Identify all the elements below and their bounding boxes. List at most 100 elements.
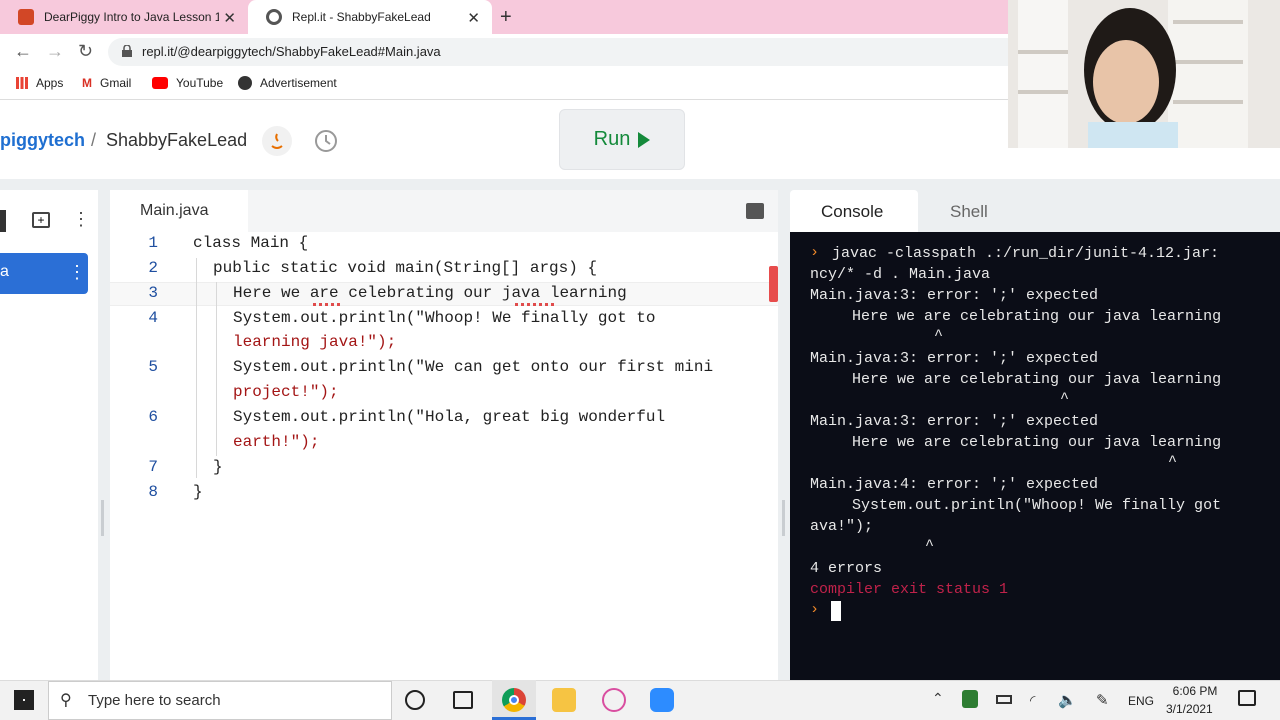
line-number: 5 xyxy=(148,358,158,376)
browser-tab-repl[interactable]: Repl.it - ShabbyFakeLead ✕ xyxy=(248,0,492,34)
line-number: 4 xyxy=(148,309,158,327)
run-button[interactable]: Run xyxy=(559,109,685,170)
bookmark-label: Apps xyxy=(36,76,64,90)
language-indicator[interactable]: ENG xyxy=(1128,694,1154,708)
task-view-icon[interactable] xyxy=(453,691,473,709)
code-line-error[interactable]: Here we are celebrating our java learnin… xyxy=(233,284,627,302)
play-icon xyxy=(638,131,651,148)
cortana-icon[interactable] xyxy=(405,690,425,710)
search-icon: ⚲ xyxy=(60,692,72,709)
console-line: ^ xyxy=(826,327,944,344)
bookmark-advertisement[interactable]: Advertisement xyxy=(238,76,337,90)
globe-icon xyxy=(238,76,252,90)
battery-icon[interactable] xyxy=(996,695,1012,704)
clock-date[interactable]: 3/1/2021 xyxy=(1166,702,1213,716)
file-item-main-java[interactable]: a ⋮ xyxy=(0,253,88,294)
more-options-icon[interactable]: ⋮ xyxy=(72,209,90,230)
bookmark-label: YouTube xyxy=(176,76,224,90)
panel-resize-handle[interactable] xyxy=(101,500,104,536)
bookmark-label: Advertisement xyxy=(260,76,337,90)
file-explorer-icon[interactable] xyxy=(552,688,576,712)
history-icon[interactable] xyxy=(312,127,340,155)
browser-tab-lesson[interactable]: DearPiggy Intro to Java Lesson 1 ✕ xyxy=(0,0,248,34)
code-line-continuation[interactable]: earth!"); xyxy=(233,433,319,451)
breadcrumb-owner[interactable]: piggytech xyxy=(0,130,85,151)
console-line: ava!"); xyxy=(810,518,874,535)
console-line: Main.java:3: error: ';' expected xyxy=(810,413,1099,430)
forward-icon[interactable]: → xyxy=(46,41,64,62)
repl-name[interactable]: ShabbyFakeLead xyxy=(106,130,247,151)
reload-icon[interactable]: ↻ xyxy=(78,41,93,62)
code-line-continuation[interactable]: learning java!"); xyxy=(233,333,396,351)
console-line: ncy/* -d . Main.java xyxy=(810,266,991,283)
close-icon[interactable]: ✕ xyxy=(223,9,236,27)
youtube-icon xyxy=(152,77,168,89)
indent-guide xyxy=(196,258,197,478)
error-underline xyxy=(313,303,343,306)
tab-console-label: Console xyxy=(821,202,884,221)
code-line[interactable]: System.out.println("We can get onto our … xyxy=(233,358,713,376)
line-number: 6 xyxy=(148,408,158,426)
code-line-continuation[interactable]: project!"); xyxy=(233,383,339,401)
line-number: 2 xyxy=(148,259,158,277)
terminal-cursor[interactable] xyxy=(831,601,841,621)
add-folder-icon[interactable]: + xyxy=(32,212,50,228)
lock-icon xyxy=(122,45,132,57)
editor-tab-label: Main.java xyxy=(140,202,209,219)
console-line: ^ xyxy=(826,390,1070,407)
more-options-icon[interactable]: ⋮ xyxy=(68,262,86,283)
app-icon[interactable] xyxy=(602,688,626,712)
tab-title: Repl.it - ShabbyFakeLead xyxy=(292,10,431,24)
windows-start-icon[interactable] xyxy=(14,690,34,710)
console-line: ^ xyxy=(826,537,935,554)
url-text[interactable]: repl.it/@dearpiggytech/ShabbyFakeLead#Ma… xyxy=(142,44,441,59)
file-icon[interactable] xyxy=(0,210,6,232)
code-line[interactable]: public static void main(String[] args) { xyxy=(213,259,597,277)
console-line: javac -classpath .:/run_dir/junit-4.12.j… xyxy=(832,245,1220,262)
code-line[interactable]: System.out.println("Whoop! We finally go… xyxy=(233,309,655,327)
security-icon[interactable] xyxy=(962,690,978,708)
new-tab-icon[interactable]: + xyxy=(500,6,512,29)
close-icon[interactable]: ✕ xyxy=(467,9,480,27)
breadcrumb-separator: / xyxy=(91,130,97,150)
powerpoint-icon xyxy=(18,9,34,25)
line-number: 1 xyxy=(148,234,158,252)
notifications-icon[interactable] xyxy=(1238,690,1256,706)
run-label: Run xyxy=(593,128,631,150)
chevron-up-icon[interactable]: ⌃ xyxy=(932,690,944,707)
search-placeholder: Type here to search xyxy=(88,692,221,709)
panel-resize-handle[interactable] xyxy=(782,500,785,536)
java-language-icon xyxy=(262,126,292,156)
back-icon[interactable]: ← xyxy=(14,41,32,62)
code-line[interactable]: System.out.println("Hola, great big wond… xyxy=(233,408,665,426)
console-line: ^ xyxy=(826,453,1178,470)
gmail-icon: M xyxy=(82,76,92,90)
line-number: 7 xyxy=(148,458,158,476)
webcam-overlay xyxy=(1008,0,1280,148)
bookmark-apps[interactable]: Apps xyxy=(16,76,63,90)
code-line[interactable]: } xyxy=(213,458,223,476)
prompt-icon: › xyxy=(810,601,820,618)
indent-guide xyxy=(216,282,217,456)
console-line: Here we are celebrating our java learnin… xyxy=(816,308,1222,325)
zoom-icon[interactable] xyxy=(650,688,674,712)
pen-icon[interactable]: ✎ xyxy=(1096,691,1109,709)
code-line[interactable]: } xyxy=(193,483,203,501)
bookmark-youtube[interactable]: YouTube xyxy=(152,76,223,90)
error-underline xyxy=(515,303,555,306)
clock-time[interactable]: 6:06 PM xyxy=(1170,684,1220,698)
chrome-taskbar-item[interactable] xyxy=(492,680,536,720)
apps-grid-icon xyxy=(16,77,28,89)
replit-icon xyxy=(266,9,282,25)
file-item-label: a xyxy=(0,263,9,280)
tab-shell[interactable]: Shell xyxy=(950,202,988,222)
wifi-icon[interactable]: ◜ xyxy=(1030,692,1035,709)
console-line: Here we are celebrating our java learnin… xyxy=(816,371,1222,388)
format-icon[interactable] xyxy=(746,203,764,219)
line-number: 8 xyxy=(148,483,158,501)
bookmark-label: Gmail xyxy=(100,76,132,90)
bookmark-gmail[interactable]: M Gmail xyxy=(82,76,131,90)
code-line[interactable]: class Main { xyxy=(193,234,308,252)
volume-icon[interactable]: 🔈 xyxy=(1058,691,1077,709)
console-line: Main.java:3: error: ';' expected xyxy=(810,350,1099,367)
